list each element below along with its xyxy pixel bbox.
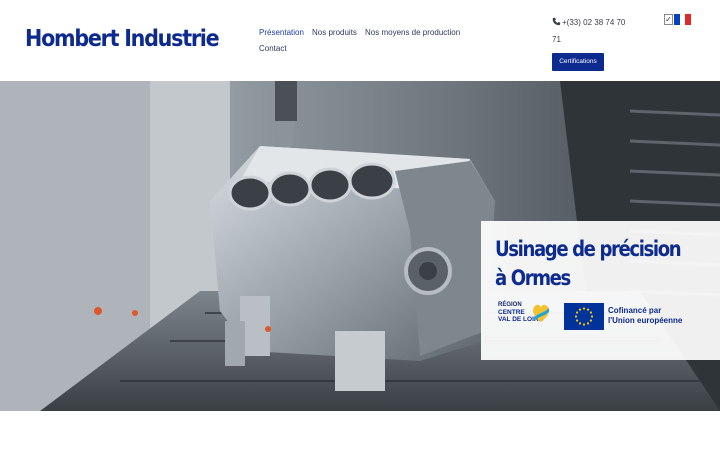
certifications-button[interactable]: Certifications	[552, 53, 604, 71]
site-header: Hombert Industrie Présentation Nos produ…	[0, 0, 720, 81]
hero-title-line2: à Ormes	[495, 266, 571, 290]
eu-stars-icon	[574, 307, 594, 326]
eu-line1: Cofinancé par	[608, 306, 662, 315]
region-centre-logo: RÉGION CENTRE VAL DE LOIRE	[498, 302, 554, 334]
hero-title: Usinage de précision à Ormes	[495, 235, 682, 293]
region-emblem-icon	[533, 304, 549, 322]
site-logo[interactable]: Hombert Industrie	[25, 26, 220, 52]
eu-cofinance-text: Cofinancé par l'Union européenne	[608, 306, 682, 326]
hero-title-line1: Usinage de précision	[495, 237, 682, 261]
nav-item-products[interactable]: Nos produits	[312, 28, 357, 37]
phone-contact[interactable]: +(33) 02 38 74 70 71	[552, 14, 636, 48]
nav-item-contact[interactable]: Contact	[259, 44, 287, 53]
nav-item-production[interactable]: Nos moyens de production	[365, 28, 460, 37]
language-selector[interactable]: ✓	[664, 14, 692, 25]
checkbox-icon[interactable]: ✓	[664, 14, 673, 25]
phone-number: +(33) 02 38 74 70 71	[552, 18, 626, 44]
flag-fr-icon[interactable]	[674, 14, 692, 25]
nav-item-presentation[interactable]: Présentation	[259, 28, 304, 37]
eu-line2: l'Union européenne	[608, 316, 683, 325]
phone-icon	[552, 17, 561, 26]
eu-flag-icon	[564, 303, 604, 330]
